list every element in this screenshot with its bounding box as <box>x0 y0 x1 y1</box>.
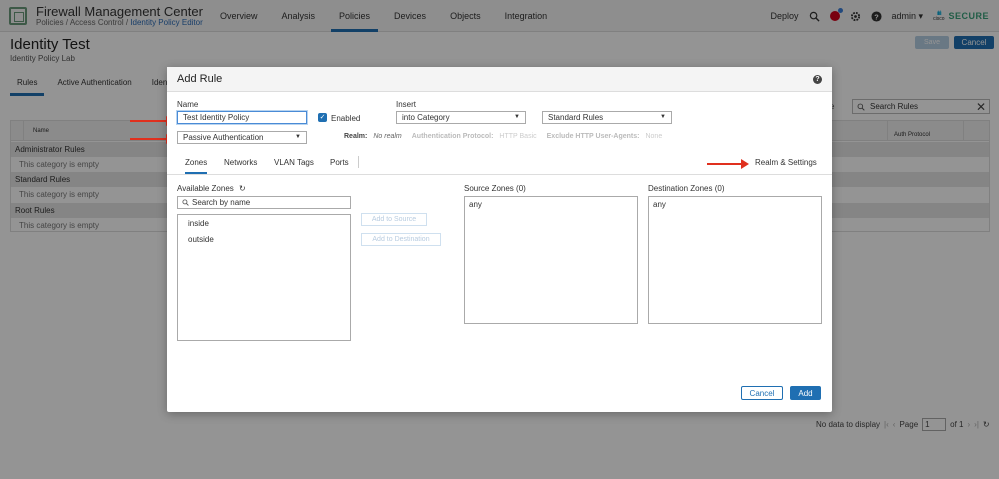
dialog-header: Add Rule ? <box>167 67 832 92</box>
realm-label: Realm: <box>344 133 368 140</box>
add-to-destination-button[interactable]: Add to Destination <box>361 233 441 246</box>
enabled-label: Enabled <box>331 114 361 123</box>
zone-item-outside[interactable]: outside <box>188 235 214 244</box>
zone-search-placeholder: Search by name <box>192 198 251 207</box>
help-icon[interactable]: ? <box>813 75 822 84</box>
source-zones-label: Source Zones (0) <box>464 184 526 193</box>
zone-search-input[interactable]: Search by name <box>177 196 351 209</box>
tab-ports[interactable]: Ports <box>330 158 349 167</box>
insert-position-select[interactable]: into Category ▼ <box>396 111 526 124</box>
tab-zones[interactable]: Zones <box>185 158 208 174</box>
tab-networks[interactable]: Networks <box>224 158 257 167</box>
available-zones-list[interactable]: inside outside <box>177 214 351 341</box>
exclude-user-agents-label: Exclude HTTP User-Agents: <box>546 133 640 140</box>
insert-label: Insert <box>396 100 417 109</box>
destination-zones-list[interactable]: any <box>648 196 822 324</box>
action-select[interactable]: Passive Authentication ▼ <box>177 131 307 144</box>
add-rule-dialog: Add Rule ? Name Test Identity Policy ✓ E… <box>167 67 832 412</box>
destination-zone-any: any <box>653 200 666 209</box>
realm-summary: Realm: No realm Authentication Protocol:… <box>344 133 662 140</box>
tab-divider <box>358 156 359 168</box>
auth-protocol-value: HTTP Basic <box>499 133 537 140</box>
annotation-arrow-realm-settings <box>707 159 749 169</box>
chevron-down-icon: ▼ <box>660 114 666 120</box>
insert-category-select[interactable]: Standard Rules ▼ <box>542 111 672 124</box>
zone-item-inside[interactable]: inside <box>188 219 209 228</box>
rule-name-input[interactable]: Test Identity Policy <box>177 111 307 124</box>
destination-zones-label: Destination Zones (0) <box>648 184 725 193</box>
annotation-arrow-name <box>130 116 174 126</box>
enabled-checkbox[interactable]: ✓ <box>318 113 327 122</box>
realm-value: No realm <box>373 133 402 140</box>
add-to-source-button[interactable]: Add to Source <box>361 213 427 226</box>
exclude-user-agents-value: None <box>645 133 663 140</box>
refresh-icon[interactable]: ↻ <box>239 184 246 193</box>
tab-realm-settings[interactable]: Realm & Settings <box>755 158 817 167</box>
source-zones-list[interactable]: any <box>464 196 638 324</box>
dialog-title: Add Rule <box>177 73 223 85</box>
chevron-down-icon: ▼ <box>514 114 520 120</box>
available-zones-label: Available Zones ↻ <box>177 184 246 193</box>
dialog-cancel-button[interactable]: Cancel <box>741 386 783 400</box>
source-zone-any: any <box>469 200 482 209</box>
chevron-down-icon: ▼ <box>295 134 301 140</box>
annotation-arrow-action <box>130 134 174 144</box>
name-label: Name <box>177 100 199 109</box>
auth-protocol-label: Authentication Protocol: <box>411 133 494 140</box>
tab-vlan-tags[interactable]: VLAN Tags <box>274 158 314 167</box>
search-icon <box>182 199 189 206</box>
dialog-add-button[interactable]: Add <box>790 386 821 400</box>
